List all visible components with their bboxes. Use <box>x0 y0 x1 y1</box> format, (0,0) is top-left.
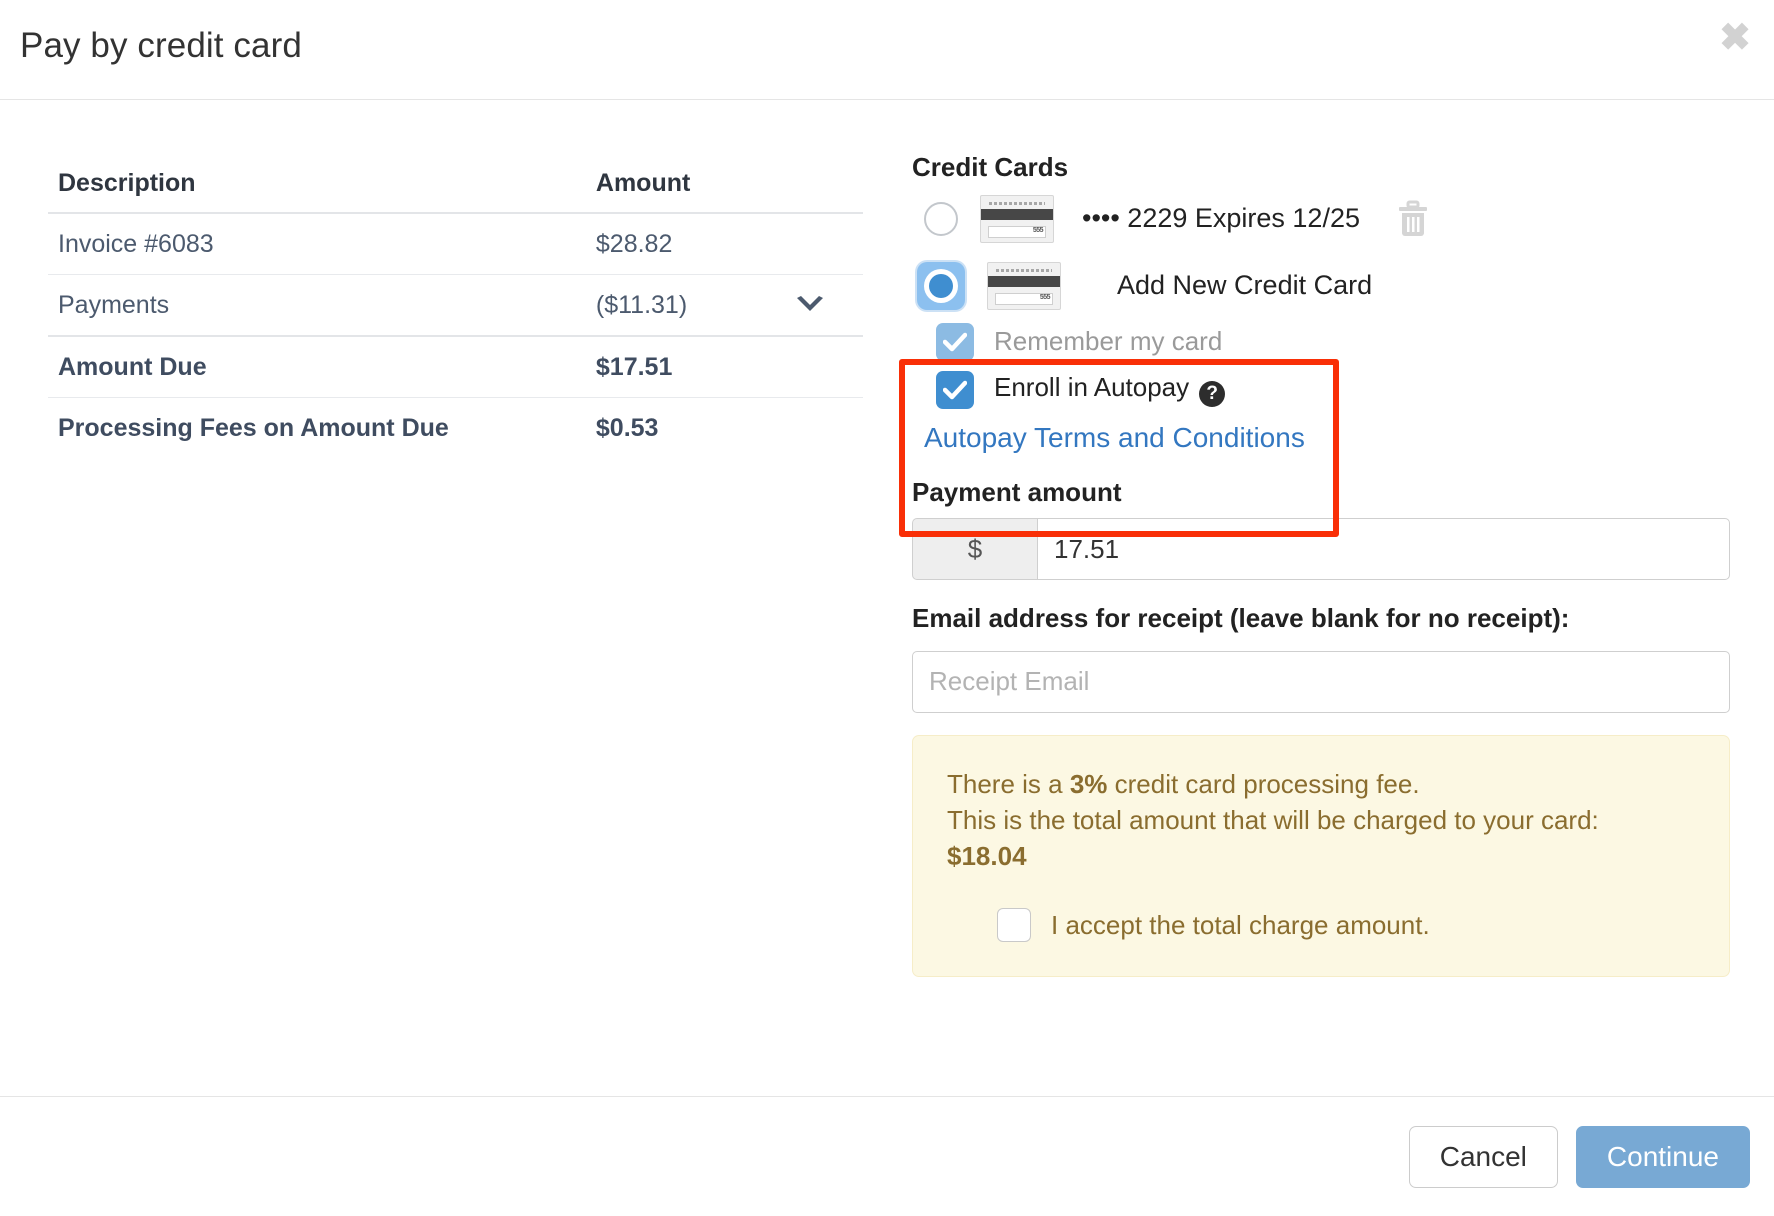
credit-card-icon: 555 <box>980 194 1054 243</box>
row-description: Amount Due <box>48 335 586 398</box>
table-head: Description Amount <box>48 161 863 214</box>
receipt-email-label: Email address for receipt (leave blank f… <box>912 603 1570 633</box>
enroll-autopay-label: Enroll in Autopay <box>994 372 1190 402</box>
page-title: Pay by credit card <box>20 26 302 65</box>
row-amount: ($11.31) <box>595 291 688 319</box>
payment-amount-input-row: $ <box>912 518 1730 580</box>
remember-my-card-label: Remember my card <box>994 326 1223 356</box>
autopay-terms-link[interactable]: Autopay Terms and Conditions <box>924 422 1305 454</box>
total-charge-amount: $18.04 <box>947 841 1027 872</box>
column-header-amount: Amount <box>585 161 863 214</box>
table-row-processing-fees: Processing Fees on Amount Due $0.53 <box>48 397 863 458</box>
modal-body: Description Amount Invoice #6083 $28.82 … <box>0 101 1774 1095</box>
row-amount: $17.51 <box>585 335 863 398</box>
saved-card-label: •••• 2229 Expires 12/25 <box>1082 203 1360 233</box>
payment-amount-label: Payment amount <box>912 476 1122 507</box>
payment-form: Credit Cards 555 •••• 2229 Expires 12/25 <box>912 151 1730 978</box>
credit-cards-heading: Credit Cards <box>912 152 1069 182</box>
checkbox-enroll-autopay[interactable] <box>936 370 974 409</box>
radio-add-new-card[interactable] <box>917 261 965 310</box>
table-body: Invoice #6083 $28.82 Payments ($11.31) A… <box>48 213 863 458</box>
table-header-row: Description Amount <box>48 161 863 214</box>
table-row: Payments ($11.31) <box>48 274 863 336</box>
currency-symbol: $ <box>912 518 1037 580</box>
payment-amount-group: Payment amount $ <box>912 476 1730 580</box>
pay-by-credit-card-modal: Pay by credit card ✖ Description Amount … <box>0 0 1774 1216</box>
close-icon[interactable]: ✖ <box>1714 18 1756 60</box>
radio-saved-card[interactable] <box>924 201 958 236</box>
checkbox-accept-charge[interactable] <box>997 908 1031 943</box>
saved-card-row[interactable]: 555 •••• 2229 Expires 12/25 <box>912 190 1730 248</box>
table-row-amount-due: Amount Due $17.51 <box>48 335 863 398</box>
accept-charge-label: I accept the total charge amount. <box>1051 909 1430 940</box>
enroll-autopay-label-wrap: Enroll in Autopay? <box>994 372 1226 407</box>
receipt-email-group: Email address for receipt (leave blank f… <box>912 602 1730 713</box>
credit-card-icon: 555 <box>987 261 1061 310</box>
checkbox-remember-my-card[interactable] <box>936 322 974 361</box>
receipt-email-input[interactable] <box>912 650 1730 713</box>
enroll-autopay-row[interactable]: Enroll in Autopay? <box>912 366 1730 414</box>
fee-line-2: This is the total amount that will be ch… <box>947 805 1599 836</box>
question-mark-icon[interactable]: ? <box>1199 381 1226 407</box>
cancel-button[interactable]: Cancel <box>1408 1125 1558 1188</box>
payment-amount-input[interactable] <box>1037 518 1730 580</box>
summary-table: Description Amount Invoice #6083 $28.82 … <box>48 161 863 458</box>
fee-line-1: There is a 3% credit card processing fee… <box>947 766 1695 803</box>
add-new-card-row[interactable]: 555 Add New Credit Card <box>912 254 1730 318</box>
chevron-down-icon[interactable] <box>795 296 825 314</box>
table-row: Invoice #6083 $28.82 <box>48 213 863 275</box>
processing-fee-notice: There is a 3% credit card processing fee… <box>912 734 1730 978</box>
row-description: Invoice #6083 <box>58 230 214 258</box>
remember-my-card-row[interactable]: Remember my card <box>912 318 1730 366</box>
modal-footer: Cancel Continue <box>0 1096 1774 1216</box>
invoice-summary: Description Amount Invoice #6083 $28.82 … <box>48 161 863 458</box>
continue-button[interactable]: Continue <box>1575 1125 1750 1188</box>
fee-line-1-suffix: credit card processing fee. <box>1107 768 1420 799</box>
accept-charge-row[interactable]: I accept the total charge amount. <box>947 908 1695 943</box>
row-description: Processing Fees on Amount Due <box>48 397 586 458</box>
fee-percent: 3% <box>1069 768 1108 799</box>
add-new-card-label: Add New Credit Card <box>1117 270 1373 300</box>
modal-header: Pay by credit card ✖ <box>0 0 1774 100</box>
column-header-description: Description <box>48 161 586 214</box>
row-amount-cell: ($11.31) <box>585 274 863 336</box>
trash-icon[interactable] <box>1396 200 1430 238</box>
row-amount: $0.53 <box>585 397 863 458</box>
fee-line-1-prefix: There is a <box>947 768 1070 799</box>
row-amount: $28.82 <box>595 230 673 258</box>
row-description: Payments <box>48 274 586 336</box>
